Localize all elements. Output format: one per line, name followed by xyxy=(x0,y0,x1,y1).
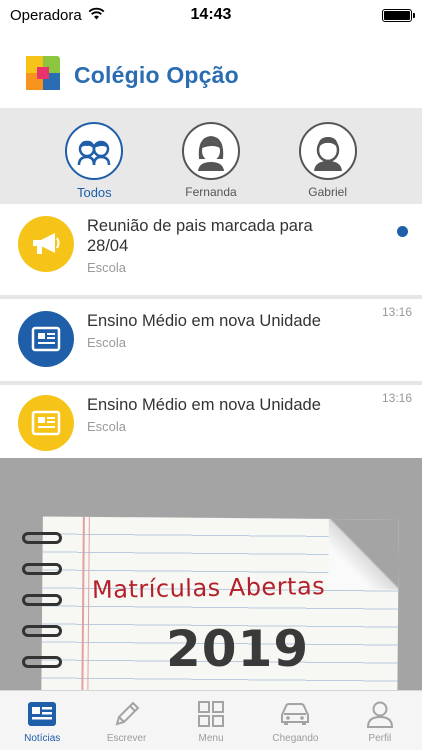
pencil-icon xyxy=(111,699,143,729)
tab-perfil[interactable]: Perfil xyxy=(338,691,422,750)
news-title: Ensino Médio em nova Unidade xyxy=(87,396,321,414)
news-body: Ensino Médio em nova Unidade Escola xyxy=(87,311,357,381)
carrier-name: Operadora xyxy=(10,6,82,24)
news-time: 13:16 xyxy=(381,305,412,319)
news-list: Reunião de pais marcada para 28/04 Escol… xyxy=(0,204,422,465)
status-left: Operadora xyxy=(10,7,105,24)
filter-gabriel[interactable]: Gabriel xyxy=(283,108,373,204)
grid-icon xyxy=(195,699,227,729)
wifi-icon xyxy=(88,7,105,24)
news-category: Escola xyxy=(87,260,127,275)
person-icon xyxy=(364,699,396,729)
news-time: 13:16 xyxy=(381,391,412,405)
megaphone-icon xyxy=(18,216,74,272)
female-avatar-icon xyxy=(181,122,240,180)
page-curl xyxy=(328,518,399,590)
banner-year: 2019 xyxy=(166,620,310,678)
filter-label: Gabriel xyxy=(308,185,347,199)
filter-label: Todos xyxy=(76,185,112,200)
tab-noticias[interactable]: Notícias xyxy=(0,691,84,750)
enrollment-banner[interactable]: Matrículas Abertas 2019 xyxy=(0,458,422,690)
newspaper-icon xyxy=(18,395,74,451)
news-category: Escola xyxy=(87,419,127,434)
tab-label: Menu xyxy=(198,733,224,744)
news-body: Reunião de pais marcada para 28/04 Escol… xyxy=(87,216,357,291)
tab-label: Escrever xyxy=(106,733,147,744)
app-title: Colégio Opção xyxy=(74,61,239,88)
newspaper-icon xyxy=(18,311,74,367)
school-logo xyxy=(26,55,60,95)
battery-icon xyxy=(382,8,415,22)
tab-chegando[interactable]: Chegando xyxy=(253,691,337,750)
news-item[interactable]: Ensino Médio em nova Unidade Escola 13:1… xyxy=(0,295,422,381)
status-bar: Operadora 14:43 xyxy=(0,0,422,30)
car-icon xyxy=(279,699,311,729)
news-item[interactable]: Ensino Médio em nova Unidade Escola 13:1… xyxy=(0,381,422,465)
student-filter-bar: Todos Fernanda Gabriel xyxy=(0,108,422,204)
filter-todos[interactable]: Todos xyxy=(49,108,139,204)
news-item[interactable]: Reunião de pais marcada para 28/04 Escol… xyxy=(0,204,422,291)
tab-bar: Notícias Escrever Menu Chegando Perfil xyxy=(0,690,422,750)
news-body: Ensino Médio em nova Unidade Escola xyxy=(87,395,357,465)
tab-menu[interactable]: Menu xyxy=(169,691,253,750)
tab-label: Perfil xyxy=(368,733,392,744)
unread-indicator xyxy=(397,226,408,237)
news-category: Escola xyxy=(87,335,127,350)
group-icon xyxy=(65,122,124,180)
tab-label: Chegando xyxy=(272,733,319,744)
filter-label: Fernanda xyxy=(185,185,237,199)
banner-headline: Matrículas Abertas xyxy=(91,571,326,605)
news-title: Ensino Médio em nova Unidade xyxy=(87,312,321,330)
spiral-rings xyxy=(22,532,62,687)
male-avatar-icon xyxy=(298,122,357,180)
tab-escrever[interactable]: Escrever xyxy=(84,691,168,750)
newspaper-icon xyxy=(26,699,58,729)
status-right xyxy=(382,8,415,22)
app-header: Colégio Opção xyxy=(26,48,239,102)
news-title: Reunião de pais marcada para 28/04 xyxy=(87,217,313,255)
tab-label: Notícias xyxy=(24,733,61,744)
filter-fernanda[interactable]: Fernanda xyxy=(166,108,256,204)
